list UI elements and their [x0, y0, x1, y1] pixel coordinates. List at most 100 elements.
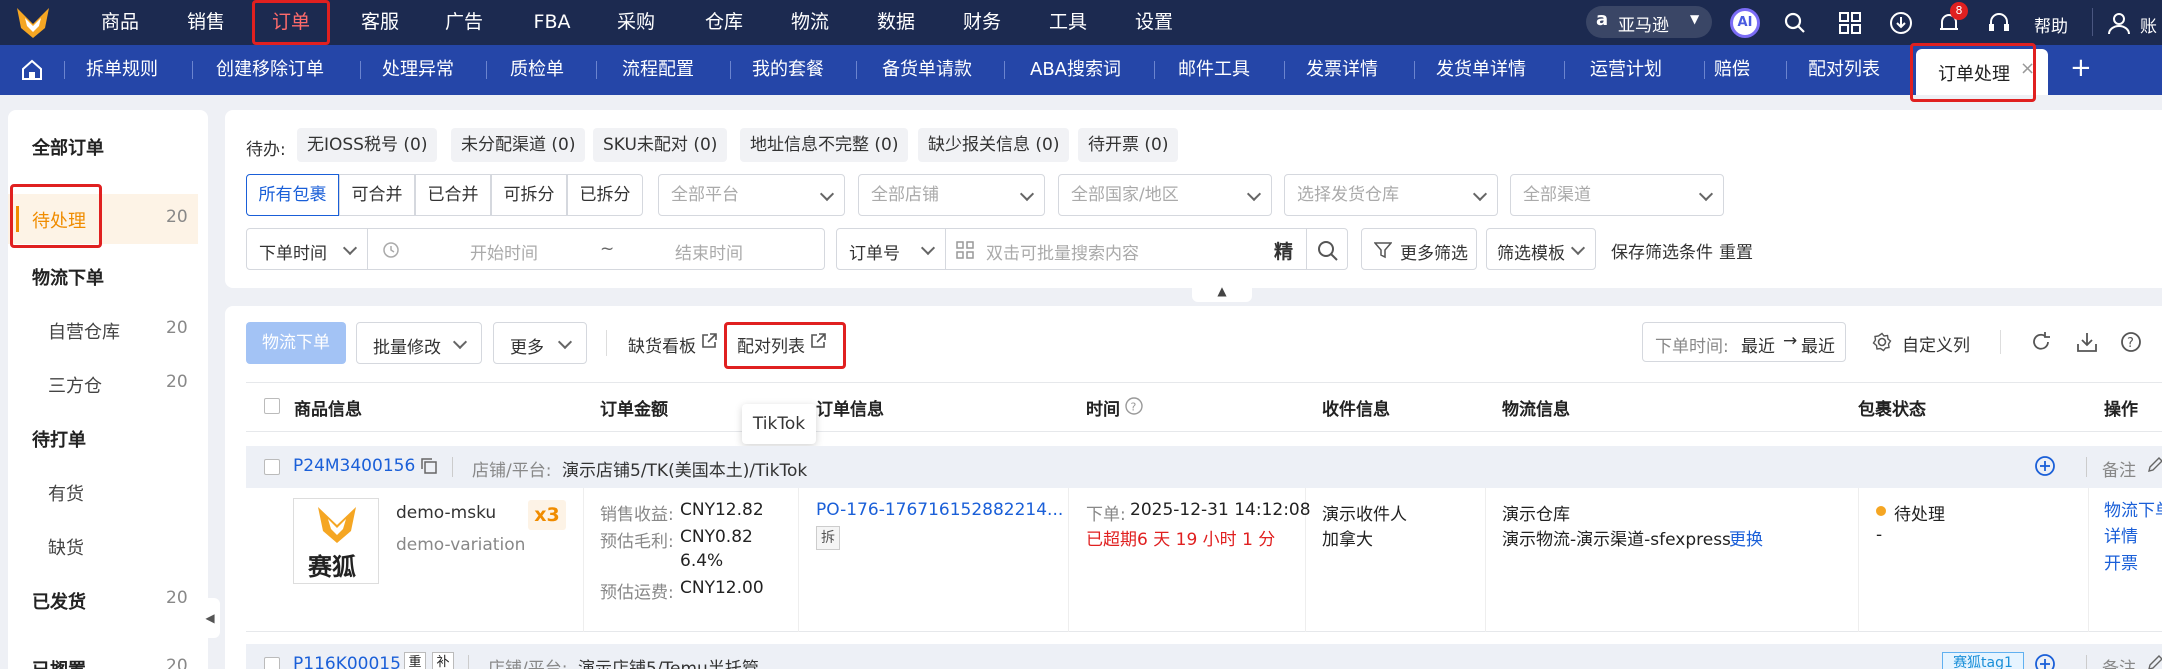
- saihu-logo-icon[interactable]: [15, 6, 51, 40]
- platform-select[interactable]: 全部平台: [658, 174, 845, 216]
- tab-aba-terms[interactable]: ABA搜索词: [1030, 45, 1121, 95]
- order-number-link[interactable]: PO-176-176716152882214...: [816, 500, 1063, 520]
- segment-splittable[interactable]: 可拆分: [491, 174, 567, 216]
- nav-item-warehouse[interactable]: 仓库: [696, 0, 752, 45]
- nav-item-orders[interactable]: 订单: [252, 0, 330, 45]
- ai-assistant-button[interactable]: AI: [1730, 8, 1760, 38]
- add-tab-icon[interactable]: +: [2070, 53, 2092, 83]
- change-channel-link[interactable]: 更换: [1729, 525, 1763, 550]
- end-time-input[interactable]: 结束时间: [675, 239, 743, 264]
- filter-template-select[interactable]: 筛选模板: [1486, 228, 1596, 270]
- sidebar-all-orders[interactable]: 全部订单: [32, 134, 104, 160]
- exact-match-toggle[interactable]: 精: [1274, 237, 1293, 264]
- nav-item-fba[interactable]: FBA: [520, 0, 584, 45]
- batch-edit-button[interactable]: 批量修改: [356, 322, 482, 364]
- copy-icon[interactable]: [420, 457, 438, 475]
- channel-select[interactable]: 全部渠道: [1510, 174, 1724, 216]
- sidebar-item-own-warehouse[interactable]: 自营仓库: [48, 318, 120, 344]
- search-icon[interactable]: [1783, 11, 1807, 35]
- tab-compensation[interactable]: 赔偿: [1712, 45, 1752, 95]
- todo-chip-address[interactable]: 地址信息不完整 (0): [740, 128, 909, 162]
- select-all-checkbox[interactable]: [264, 398, 280, 414]
- search-icon[interactable]: [1317, 240, 1339, 262]
- sidebar-item-on-hold[interactable]: 已搁置: [32, 656, 86, 669]
- action-invoice[interactable]: 开票: [2104, 549, 2138, 574]
- todo-chip-sku[interactable]: SKU未配对 (0): [593, 128, 728, 162]
- add-circle-icon[interactable]: [2034, 455, 2056, 477]
- shop-select[interactable]: 全部店铺: [858, 174, 1045, 216]
- reset-button[interactable]: 重置: [1719, 238, 1753, 263]
- export-icon[interactable]: [2076, 331, 2098, 353]
- download-icon[interactable]: [1888, 10, 1914, 36]
- sidebar-item-third-party[interactable]: 三方仓: [48, 372, 102, 398]
- more-filters-button[interactable]: 更多筛选: [1361, 228, 1477, 270]
- collapse-sidebar-icon[interactable]: ◀: [200, 598, 220, 638]
- more-actions-button[interactable]: 更多: [493, 322, 587, 364]
- nav-item-products[interactable]: 商品: [92, 0, 148, 45]
- nav-item-tools[interactable]: 工具: [1040, 0, 1096, 45]
- segment-all-packages[interactable]: 所有包裹: [246, 174, 339, 216]
- custom-columns-button[interactable]: 自定义列: [1864, 322, 1984, 362]
- search-input[interactable]: 双击可批量搜索内容 精: [945, 228, 1348, 270]
- tab-operation-plan[interactable]: 运营计划: [1590, 45, 1662, 95]
- nav-item-finance[interactable]: 财务: [954, 0, 1010, 45]
- edit-icon[interactable]: [2146, 654, 2162, 669]
- nav-item-logistics[interactable]: 物流: [782, 0, 838, 45]
- remark-link[interactable]: 备注: [2102, 456, 2136, 481]
- nav-item-service[interactable]: 客服: [352, 0, 408, 45]
- tab-create-removal[interactable]: 创建移除订单: [216, 45, 324, 95]
- collapse-filters-icon[interactable]: ▲: [1192, 284, 1252, 302]
- refresh-icon[interactable]: [2030, 331, 2052, 353]
- nav-item-sales[interactable]: 销售: [178, 0, 234, 45]
- todo-chip-customs[interactable]: 缺少报关信息 (0): [918, 128, 1070, 162]
- store-switcher[interactable]: a 亚马逊 ▼: [1586, 6, 1712, 38]
- search-field-select[interactable]: 订单号: [836, 228, 946, 270]
- tab-qc[interactable]: 质检单: [510, 45, 564, 95]
- segment-mergeable[interactable]: 可合并: [339, 174, 415, 216]
- sidebar-item-in-stock[interactable]: 有货: [48, 480, 84, 506]
- todo-chip-invoice[interactable]: 待开票 (0): [1078, 128, 1179, 162]
- tab-exceptions[interactable]: 处理异常: [382, 45, 454, 95]
- row-checkbox[interactable]: [264, 657, 280, 669]
- product-image[interactable]: 赛狐: [293, 498, 379, 584]
- date-range-picker[interactable]: 开始时间 ~ 结束时间: [367, 228, 825, 270]
- package-number-link[interactable]: P24M3400156: [293, 456, 415, 476]
- nav-item-ads[interactable]: 广告: [436, 0, 492, 45]
- edit-icon[interactable]: [2146, 456, 2162, 474]
- package-number-link[interactable]: P116K00015: [293, 654, 401, 669]
- warehouse-select[interactable]: 选择发货仓库: [1284, 174, 1498, 216]
- tab-mail-tools[interactable]: 邮件工具: [1178, 45, 1250, 95]
- apps-grid-icon[interactable]: [1838, 11, 1862, 35]
- row-checkbox[interactable]: [264, 459, 280, 475]
- todo-chip-ioss[interactable]: 无IOSS税号 (0): [297, 128, 438, 162]
- help-circle-icon[interactable]: ?: [2120, 331, 2142, 353]
- time-type-select[interactable]: 下单时间: [246, 228, 368, 270]
- tab-split-rules[interactable]: 拆单规则: [86, 45, 158, 95]
- headset-icon[interactable]: [1986, 10, 2012, 36]
- stock-board-link[interactable]: 缺货看板: [628, 332, 696, 357]
- home-icon[interactable]: [20, 59, 44, 81]
- help-circle-icon[interactable]: ?: [1124, 396, 1144, 416]
- save-filter-button[interactable]: 保存筛选条件: [1611, 238, 1713, 263]
- nav-item-data[interactable]: 数据: [868, 0, 924, 45]
- logistics-order-button[interactable]: 物流下单: [246, 322, 346, 364]
- action-logistics-order[interactable]: 物流下单: [2104, 496, 2162, 521]
- tab-flow-config[interactable]: 流程配置: [622, 45, 694, 95]
- start-time-input[interactable]: 开始时间: [470, 239, 538, 264]
- time-sort-control[interactable]: 下单时间: 最近 → 最近: [1642, 322, 1846, 362]
- sidebar-group-logistics[interactable]: 物流下单: [32, 264, 104, 290]
- account-name[interactable]: 账: [2140, 12, 2157, 37]
- tab-stocking-payment[interactable]: 备货单请款: [882, 45, 972, 95]
- sidebar-group-to-print[interactable]: 待打单: [32, 426, 86, 452]
- segment-merged[interactable]: 已合并: [415, 174, 491, 216]
- tab-pairing-list[interactable]: 配对列表: [1808, 45, 1880, 95]
- todo-chip-channel[interactable]: 未分配渠道 (0): [451, 128, 586, 162]
- nav-item-settings[interactable]: 设置: [1126, 0, 1182, 45]
- tab-my-plan[interactable]: 我的套餐: [752, 45, 824, 95]
- action-details[interactable]: 详情: [2104, 522, 2138, 547]
- tab-shipment-details[interactable]: 发货单详情: [1436, 45, 1526, 95]
- external-link-icon[interactable]: [700, 332, 718, 350]
- segment-split[interactable]: 已拆分: [567, 174, 643, 216]
- nav-item-purchase[interactable]: 采购: [608, 0, 664, 45]
- remark-link[interactable]: 备注: [2102, 654, 2136, 669]
